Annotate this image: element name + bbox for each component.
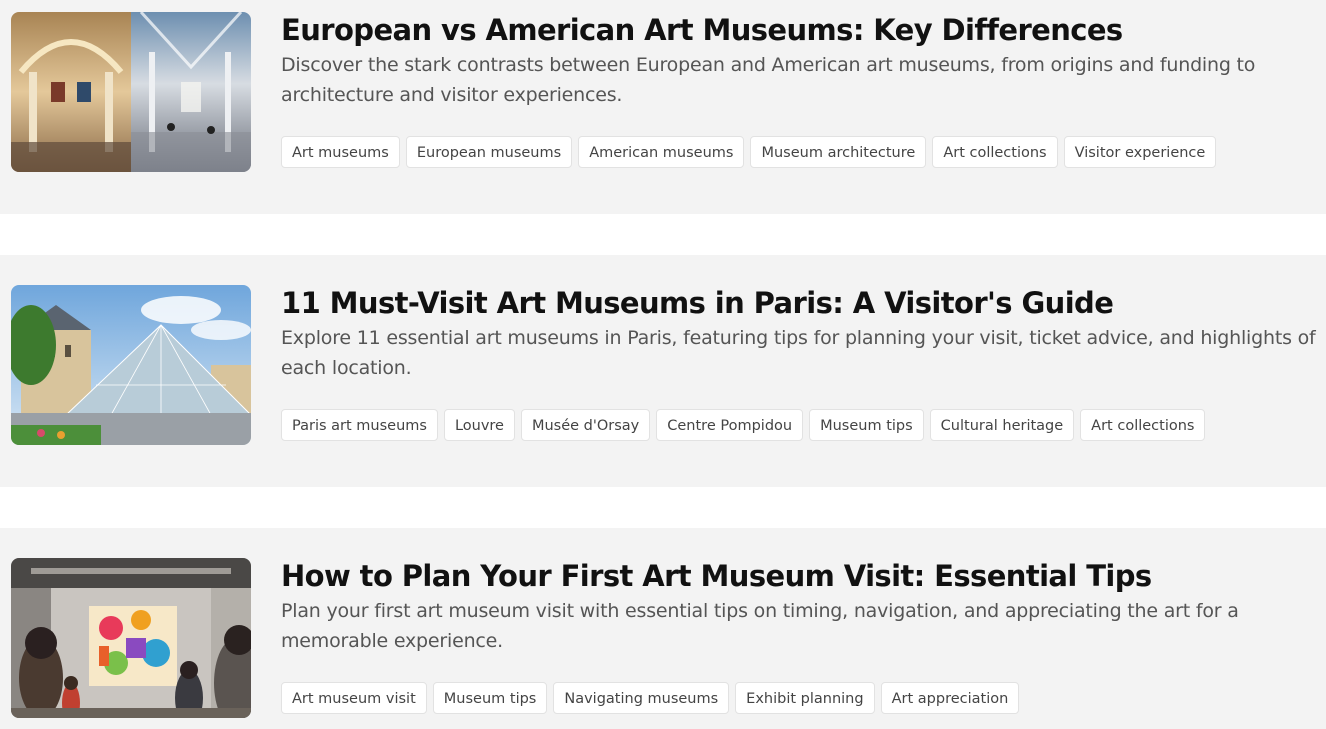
tag-list: Paris art museums Louvre Musée d'Orsay C…	[281, 409, 1206, 441]
article-card[interactable]: How to Plan Your First Art Museum Visit:…	[0, 528, 1326, 729]
tag[interactable]: American museums	[578, 136, 745, 168]
tag[interactable]: Art collections	[932, 136, 1058, 168]
article-title[interactable]: 11 Must-Visit Art Museums in Paris: A Vi…	[281, 285, 1316, 321]
article-title[interactable]: How to Plan Your First Art Museum Visit:…	[281, 558, 1316, 594]
tag[interactable]: Art museums	[281, 136, 400, 168]
article-description: Plan your first art museum visit with es…	[281, 600, 1239, 652]
museum-interior-image	[11, 12, 251, 172]
article-thumbnail[interactable]	[11, 12, 251, 172]
tag[interactable]: Visitor experience	[1063, 136, 1217, 168]
article-thumbnail[interactable]	[11, 558, 251, 718]
tag[interactable]: Cultural heritage	[929, 409, 1075, 441]
article-description: Discover the stark contrasts between Eur…	[281, 54, 1256, 106]
tag[interactable]: Musée d'Orsay	[520, 409, 651, 441]
tag[interactable]: Navigating museums	[553, 682, 730, 714]
tag[interactable]: Louvre	[443, 409, 515, 441]
article-description: Explore 11 essential art museums in Pari…	[281, 327, 1316, 379]
tag[interactable]: Art collections	[1080, 409, 1206, 441]
tag[interactable]: Exhibit planning	[735, 682, 875, 714]
louvre-pyramid-image	[11, 285, 251, 445]
article-thumbnail[interactable]	[11, 285, 251, 445]
article-content: How to Plan Your First Art Museum Visit:…	[281, 558, 1316, 714]
article-title[interactable]: European vs American Art Museums: Key Di…	[281, 12, 1316, 48]
tag[interactable]: European museums	[405, 136, 573, 168]
article-content: 11 Must-Visit Art Museums in Paris: A Vi…	[281, 285, 1316, 441]
tag[interactable]: Art museum visit	[281, 682, 427, 714]
tag[interactable]: Museum architecture	[750, 136, 927, 168]
tag[interactable]: Paris art museums	[281, 409, 438, 441]
gallery-visitors-image	[11, 558, 251, 718]
tag-list: Art museums European museums American mu…	[281, 136, 1217, 168]
article-card[interactable]: European vs American Art Museums: Key Di…	[0, 0, 1326, 214]
tag-list: Art museum visit Museum tips Navigating …	[281, 682, 1020, 714]
article-content: European vs American Art Museums: Key Di…	[281, 12, 1316, 168]
tag[interactable]: Museum tips	[809, 409, 924, 441]
article-card[interactable]: 11 Must-Visit Art Museums in Paris: A Vi…	[0, 255, 1326, 487]
tag[interactable]: Art appreciation	[880, 682, 1020, 714]
tag[interactable]: Museum tips	[432, 682, 548, 714]
tag[interactable]: Centre Pompidou	[656, 409, 804, 441]
